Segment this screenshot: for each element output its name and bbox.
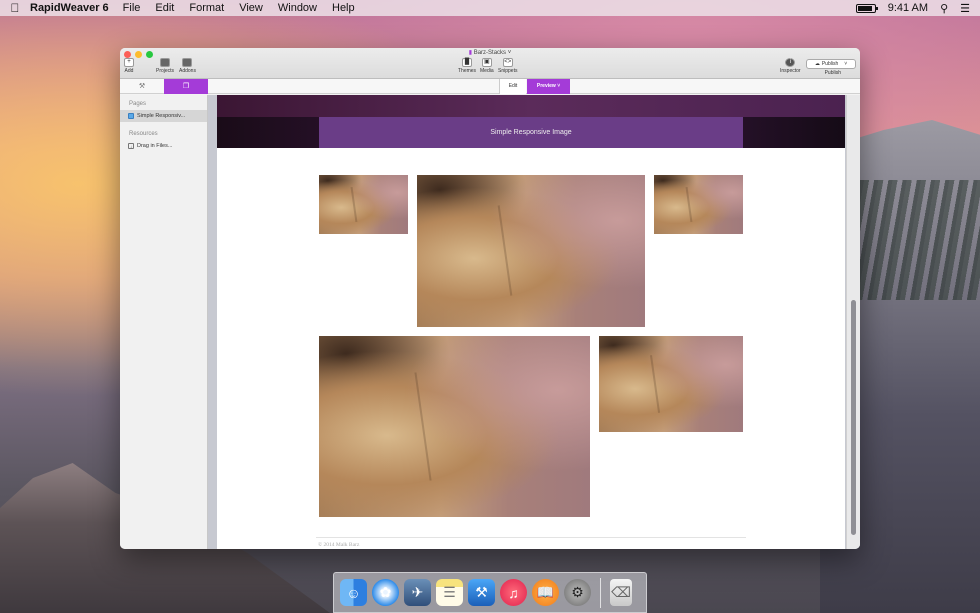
themes-icon: █ <box>462 58 473 67</box>
add-button[interactable]: + Add <box>124 58 134 74</box>
window-titlebar: ▮ Barz-Stacks ˅ + Add Projects Addons █ … <box>120 48 860 79</box>
chevron-down-icon: ˅ <box>844 61 848 67</box>
menu-clock[interactable]: 9:41 AM <box>888 2 928 14</box>
spotlight-icon[interactable]: ⚲ <box>940 2 948 15</box>
safari-icon[interactable]: ✿ <box>372 579 399 606</box>
sidebar-pages-header: Pages <box>129 101 147 107</box>
tab-tools[interactable]: ⚒ <box>120 79 164 94</box>
code-icon: <> <box>502 58 513 67</box>
media-button[interactable]: ▣ Media <box>480 58 494 74</box>
sidebar-item-drag-files-label: Drag in Files... <box>137 143 173 149</box>
xcode-icon[interactable]: ⚒ <box>468 579 495 606</box>
plus-icon: + <box>124 58 134 67</box>
projects-button[interactable]: Projects <box>156 58 174 74</box>
sidebar-item-drag-files[interactable]: ↓ Drag in Files... <box>120 140 207 152</box>
media-button-label: Media <box>480 68 494 74</box>
tab-preview[interactable]: Preview ˅ <box>527 79 570 94</box>
page-icon <box>128 113 134 119</box>
window-title: ▮ Barz-Stacks ˅ <box>120 49 860 56</box>
puzzle-icon <box>182 58 193 67</box>
sidebar-item-page-label: Simple Responsiv... <box>137 113 186 119</box>
desktop-trees <box>860 180 980 300</box>
menu-format[interactable]: Format <box>189 2 224 14</box>
lion-image-3[interactable] <box>654 175 743 234</box>
trash-icon[interactable]: ⌫ <box>610 579 632 606</box>
pages-icon: ❐ <box>182 83 190 90</box>
cloud-icon: ☁ <box>814 61 820 67</box>
preview-scrollbar[interactable] <box>846 95 860 549</box>
finder-icon[interactable]: ☺ <box>340 579 367 606</box>
rapidweaver-window: ▮ Barz-Stacks ˅ + Add Projects Addons █ … <box>120 48 860 549</box>
document-icon: ▮ <box>468 50 473 56</box>
dock: ☺ ✿ ✈ ☰ ⚒ ♫ 📖 ⚙ ⌫ <box>333 572 647 613</box>
sidebar-resources-header: Resources <box>129 131 158 137</box>
window-title-text: Barz-Stacks <box>473 50 507 56</box>
chevron-down-icon: ˅ <box>557 83 561 89</box>
dock-separator <box>600 577 601 608</box>
chevron-down-icon[interactable]: ˅ <box>508 50 512 56</box>
notification-center-icon[interactable]: ☰ <box>960 2 970 15</box>
projects-button-label: Projects <box>156 68 175 74</box>
notes-icon[interactable]: ☰ <box>436 579 463 606</box>
battery-icon[interactable] <box>855 3 878 13</box>
page-header-strip <box>217 95 845 117</box>
scrollbar-thumb[interactable] <box>851 300 856 535</box>
media-icon: ▣ <box>481 58 492 67</box>
snippets-button-label: Snippets <box>498 68 518 74</box>
sidebar-item-page[interactable]: Simple Responsiv... <box>120 110 207 122</box>
snippets-button[interactable]: <> Snippets <box>498 58 517 74</box>
publish-button-label: Publish <box>821 61 839 67</box>
menu-view[interactable]: View <box>239 2 263 14</box>
themes-button-label: Themes <box>458 68 477 74</box>
lion-image-2[interactable] <box>417 175 645 327</box>
apple-icon[interactable]:  <box>0 1 30 15</box>
inspector-button-label: Inspector <box>780 68 801 74</box>
lion-image-1[interactable] <box>319 175 408 234</box>
info-icon: i <box>785 58 796 67</box>
menu-app-name[interactable]: RapidWeaver 6 <box>30 2 109 14</box>
ibooks-icon[interactable]: 📖 <box>532 579 559 606</box>
tab-preview-label: Preview <box>536 83 556 89</box>
menu-bar:  RapidWeaver 6 File Edit Format View Wi… <box>0 0 980 16</box>
preview-icon[interactable]: ✈ <box>404 579 431 606</box>
system-preferences-icon[interactable]: ⚙ <box>564 579 591 606</box>
inspector-button[interactable]: i Inspector <box>780 58 801 74</box>
add-button-label: Add <box>124 68 134 74</box>
tab-edit[interactable]: Edit <box>499 79 526 94</box>
tab-bar: ⚒ ❐ Edit Preview ˅ <box>120 79 860 94</box>
page-header-image: Simple Responsive Image <box>217 95 845 148</box>
tab-pages[interactable]: ❐ <box>164 79 208 94</box>
menu-edit[interactable]: Edit <box>155 2 174 14</box>
page-footer: © 2014 Malk Barz <box>318 542 360 548</box>
footer-divider <box>316 537 746 538</box>
publish-caption: Publish <box>824 70 841 76</box>
itunes-icon[interactable]: ♫ <box>500 579 527 606</box>
sidebar: Pages Simple Responsiv... Resources ↓ Dr… <box>120 95 208 549</box>
projects-icon <box>160 58 171 67</box>
menu-help[interactable]: Help <box>332 2 355 14</box>
preview-area: Simple Responsive Image © 2014 Malk Barz <box>208 95 860 549</box>
wrench-icon: ⚒ <box>138 83 146 90</box>
addons-button-label: Addons <box>179 68 196 74</box>
page-banner: Simple Responsive Image <box>319 117 743 148</box>
download-icon: ↓ <box>128 143 134 149</box>
lion-image-5[interactable] <box>599 336 743 432</box>
menu-window[interactable]: Window <box>278 2 317 14</box>
lion-image-4[interactable] <box>319 336 590 517</box>
themes-button[interactable]: █ Themes <box>458 58 476 74</box>
menu-file[interactable]: File <box>123 2 141 14</box>
addons-button[interactable]: Addons <box>179 58 196 74</box>
preview-page: Simple Responsive Image © 2014 Malk Barz <box>217 95 845 549</box>
publish-button[interactable]: ☁ Publish ˅ <box>806 59 856 69</box>
